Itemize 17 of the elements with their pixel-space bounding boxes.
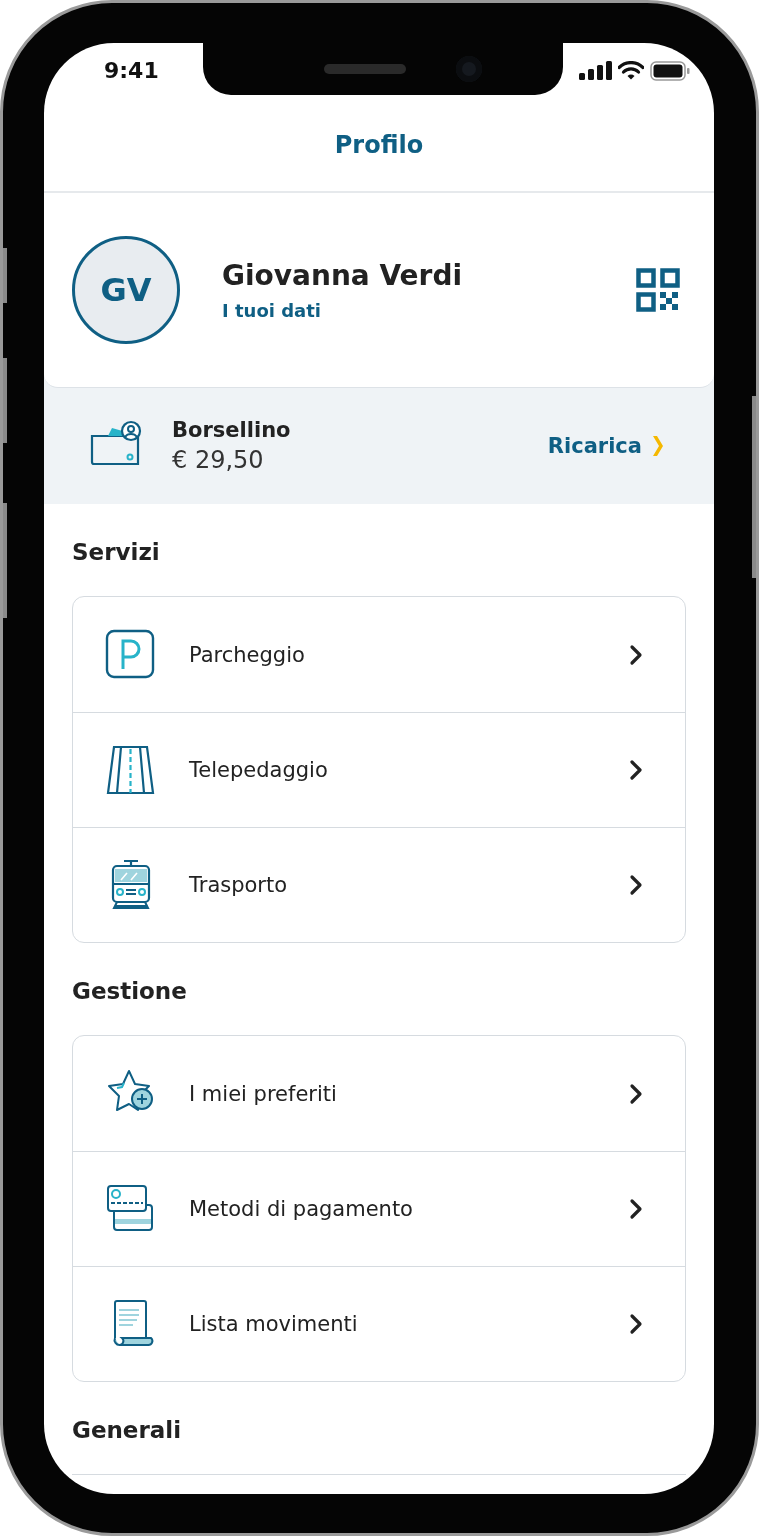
wallet-title: Borsellino [172, 418, 292, 442]
menu-item[interactable]: Metodi di pagamento [73, 1151, 685, 1266]
my-data-link[interactable]: I tuoi dati [222, 300, 321, 321]
user-name: Giovanna Verdi [222, 259, 464, 292]
menu-item[interactable]: Parcheggio [73, 597, 685, 712]
menu-item[interactable]: Telepedaggio [73, 712, 685, 827]
menu-item[interactable]: Lista movimenti [73, 1266, 685, 1381]
avatar: GV [72, 236, 180, 344]
wallet-balance: € 29,50 [172, 446, 265, 474]
section-heading: Generali [72, 1416, 183, 1445]
section-heading: Servizi [72, 538, 161, 567]
recharge-link[interactable]: Ricarica [547, 434, 642, 458]
status-time: 9:41 [104, 58, 159, 83]
menu-item[interactable]: I miei preferiti [73, 1036, 685, 1151]
screen-title: Profilo [334, 130, 424, 159]
menu-item[interactable]: Trasporto [73, 827, 685, 942]
section-heading: Gestione [72, 977, 188, 1006]
